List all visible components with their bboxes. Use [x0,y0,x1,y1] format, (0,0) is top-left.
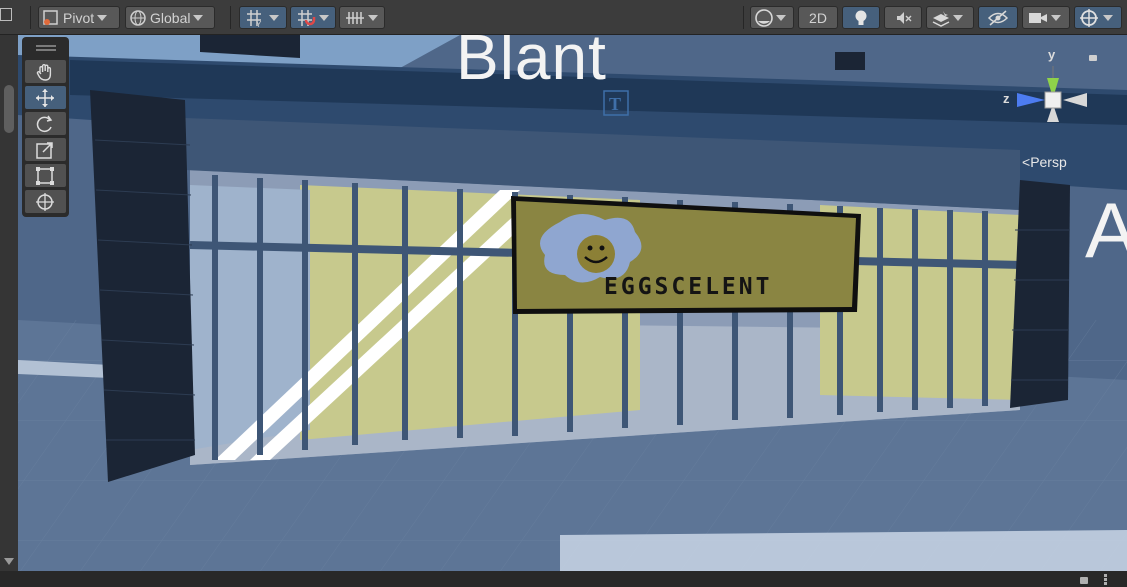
view-tool-button[interactable] [25,60,66,83]
svg-text:Y: Y [256,20,262,28]
shading-mode-icon [755,8,773,27]
rotate-tool-button[interactable] [25,112,66,135]
gizmo-cube[interactable] [1045,92,1061,108]
chevron-down-icon [97,14,108,21]
chevron-down-icon [1103,14,1113,21]
projection-label: Persp [1030,154,1067,170]
svg-text:T: T [609,94,621,114]
toolbar-divider [743,6,744,29]
scroll-down-arrow[interactable] [4,558,14,565]
effects-dropdown[interactable] [926,6,974,29]
snap-increment-toggle[interactable] [290,6,336,29]
gizmo-y-label[interactable]: y [1048,47,1055,62]
projection-toggle[interactable]: <Persp [1022,154,1067,170]
pivot-label: Pivot [63,9,95,26]
chevron-left-icon: < [1022,154,1031,170]
scene-banner-text: Blant [456,35,607,93]
chevron-down-icon [193,14,204,21]
sign-text: EGGSCELENT [604,274,773,300]
scale-icon [36,142,53,159]
effects-icon [932,10,950,27]
status-bar [0,571,1127,587]
audio-toggle[interactable] [884,6,922,29]
chevron-down-icon [269,14,279,21]
toolbar-divider [230,6,231,29]
scene-toolbar: Pivot Global Y 2D [0,0,1127,35]
grid-visibility-toggle[interactable] [339,6,385,29]
grid-snap-toggle[interactable]: Y [239,6,287,29]
hand-icon [36,64,52,81]
maximize-icon[interactable] [0,8,12,21]
global-label: Global [150,9,191,26]
grid-snap-icon: Y [247,9,262,28]
transform-icon [36,193,54,211]
scene-right-letter: A [1085,186,1127,274]
gizmos-icon [1080,8,1098,27]
snap-increment-icon [298,9,316,26]
hidden-objects-toggle[interactable] [978,6,1018,29]
chevron-down-icon [1051,14,1061,21]
lock-icon[interactable] [1089,55,1097,61]
left-panel-edge [0,35,18,571]
chevron-down-icon [953,14,963,21]
more-options-icon[interactable] [1104,574,1107,577]
scene-viewport[interactable]: T Blant A EGGSCELENT y z <Persp [18,35,1127,571]
global-space-icon [130,9,146,26]
rect-transform-icon [36,167,54,185]
tool-palette [22,37,69,217]
transform-tool-button[interactable] [25,190,66,213]
scrollbar-thumb[interactable] [4,85,14,133]
chevron-down-icon [776,14,786,21]
rect-tool-button[interactable] [25,164,66,187]
chevron-down-icon [368,14,378,21]
lighting-icon [855,10,867,25]
rotate-icon [36,115,53,133]
pivot-mode-icon [43,9,58,25]
audio-icon [897,11,912,24]
global-dropdown[interactable]: Global [125,6,215,29]
move-arrows-icon [36,89,54,107]
pivot-dropdown[interactable]: Pivot [38,6,120,29]
shading-mode-dropdown[interactable] [750,6,794,29]
2d-label: 2D [809,9,827,26]
scene-render: T [18,35,1127,571]
palette-drag-handle[interactable] [36,45,56,47]
camera-icon [1029,12,1047,23]
lock-icon[interactable] [1080,577,1088,584]
gizmo-z-label[interactable]: z [1003,91,1010,106]
grid-visibility-icon [346,11,364,24]
2d-view-toggle[interactable]: 2D [798,6,838,29]
camera-dropdown[interactable] [1022,6,1070,29]
chevron-down-icon [319,14,329,21]
gizmos-dropdown[interactable] [1074,6,1122,29]
lighting-toggle[interactable] [842,6,880,29]
move-tool-button[interactable] [25,86,66,109]
hidden-objects-icon [987,9,1009,26]
scale-tool-button[interactable] [25,138,66,161]
toolbar-divider [30,6,31,29]
